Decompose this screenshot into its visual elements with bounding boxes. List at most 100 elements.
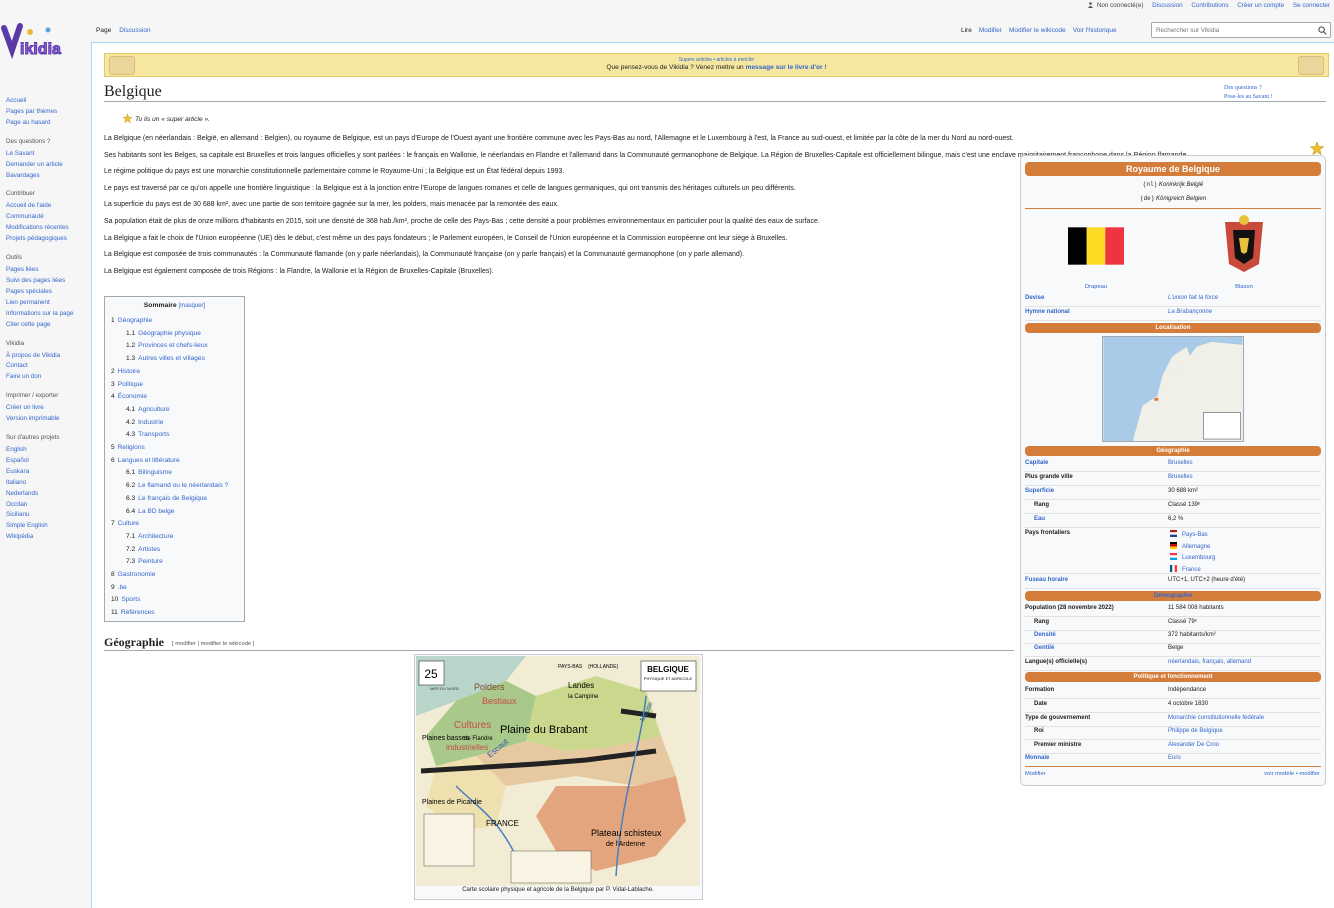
sidebar-print-item[interactable]: Version imprimable	[6, 414, 90, 425]
toc-link[interactable]: .be	[118, 584, 127, 591]
sidebar-questions-item[interactable]: Bavardages	[6, 171, 90, 182]
sidebar-nav-item[interactable]: Accueil	[6, 96, 90, 107]
tab-edit-source[interactable]: Modifier le wikicode	[1009, 27, 1066, 34]
toc-link[interactable]: Géographie	[118, 317, 152, 324]
toc-item[interactable]: 7.2 Artistes	[111, 544, 238, 557]
sidebar-contribute-item[interactable]: Modifications récentes	[6, 223, 90, 234]
super-article-star-icon[interactable]	[1310, 142, 1324, 155]
login-link[interactable]: Se connecter	[1293, 2, 1330, 9]
toc-item[interactable]: 7.3 Peinture	[111, 556, 238, 569]
guestbook-link[interactable]: message sur le livre d'or !	[746, 64, 827, 71]
ville-value[interactable]: Bruxelles	[1168, 474, 1193, 480]
sidebar-vikidia-item[interactable]: Contact	[6, 361, 90, 372]
toc-item[interactable]: 6.2 Le flamand ou le néerlandais ?	[111, 480, 238, 493]
toc-link[interactable]: Langues et littérature	[118, 457, 180, 464]
tab-discussion[interactable]: Discussion	[119, 27, 150, 34]
sidebar-language-item[interactable]: Nederlands	[6, 489, 90, 500]
search-input[interactable]	[1152, 23, 1312, 37]
contributions-link[interactable]: Contributions	[1191, 2, 1228, 9]
capitale-value[interactable]: Bruxelles	[1168, 460, 1193, 466]
sidebar-tools-item[interactable]: Suivi des pages liées	[6, 276, 90, 287]
sidebar-language-item[interactable]: Occitan	[6, 500, 90, 511]
toc-link[interactable]: Agriculture	[138, 406, 170, 413]
create-account-link[interactable]: Créer un compte	[1237, 2, 1284, 9]
sidebar-nav-item[interactable]: Page au hasard	[6, 118, 90, 129]
monnaie-value[interactable]: Euro	[1168, 755, 1181, 761]
toc-link[interactable]: Artistes	[138, 546, 160, 553]
sidebar-contribute-item[interactable]: Accueil de l'aide	[6, 201, 90, 212]
toc-item[interactable]: 2 Histoire	[111, 366, 238, 379]
fuseau-label[interactable]: Fuseau horaire	[1025, 577, 1068, 583]
sidebar-language-item[interactable]: Euskara	[6, 467, 90, 478]
toc-item[interactable]: 4.2 Industrie	[111, 417, 238, 430]
sidebar-questions-item[interactable]: Demander un article	[6, 160, 90, 171]
sidebar-language-item[interactable]: English	[6, 445, 90, 456]
sidebar-language-item[interactable]: Italiano	[6, 478, 90, 489]
sidebar-tools-item[interactable]: Pages spéciales	[6, 287, 90, 298]
toc-link[interactable]: Religions	[118, 444, 145, 451]
neighbour-country[interactable]: Luxembourg	[1168, 553, 1215, 565]
tab-history[interactable]: Voir l'historique	[1073, 27, 1117, 34]
toc-link[interactable]: Le français de Belgique	[138, 495, 207, 502]
premier-ministre-value[interactable]: Alexander De Croo	[1168, 742, 1219, 748]
flag-caption[interactable]: Drapeau	[1081, 284, 1111, 290]
toc-item[interactable]: 10 Sports	[111, 594, 238, 607]
country-link[interactable]: Pays-Bas	[1182, 532, 1208, 538]
discussion-link[interactable]: Discussion	[1152, 2, 1182, 9]
tab-page[interactable]: Page	[96, 27, 111, 34]
help-box[interactable]: Des questions ? Pose-les au Savant !	[1224, 84, 1273, 102]
sidebar-questions-item[interactable]: Le Savant	[6, 149, 90, 160]
coat-of-arms-image[interactable]	[1217, 214, 1271, 276]
belgium-flag[interactable]	[1068, 227, 1124, 265]
toc-item[interactable]: 4.3 Transports	[111, 429, 238, 442]
sidebar-vikidia-item[interactable]: Faire un don	[6, 372, 90, 383]
toc-link[interactable]: Politique	[118, 381, 143, 388]
tab-read[interactable]: Lire	[961, 27, 972, 34]
toc-item[interactable]: 8 Gastronomie	[111, 569, 238, 582]
infobox-section-demographie[interactable]: Démographie	[1025, 591, 1321, 601]
sidebar-vikidia-item[interactable]: À propos de Vikidia	[6, 351, 90, 362]
sidebar-tools-item[interactable]: Informations sur la page	[6, 309, 90, 320]
country-link[interactable]: Allemagne	[1182, 544, 1210, 550]
toc-item[interactable]: 11 Références	[111, 607, 238, 620]
toc-link[interactable]: Provinces et chefs-lieux	[138, 342, 208, 349]
banner-top-links[interactable]: Supers articles • articles à enrichir	[105, 57, 1328, 63]
monnaie-label[interactable]: Monnaie	[1025, 755, 1049, 761]
toc-link[interactable]: Bilinguisme	[138, 469, 172, 476]
coa-caption[interactable]: Blason	[1229, 284, 1259, 290]
country-link[interactable]: France	[1182, 567, 1201, 573]
infobox-template-links[interactable]: voir modèle • modifier	[1264, 771, 1320, 777]
sidebar-contribute-item[interactable]: Projets pédagogiques	[6, 234, 90, 245]
country-link[interactable]: Luxembourg	[1182, 555, 1215, 561]
toc-link[interactable]: Transports	[138, 431, 169, 438]
toc-item[interactable]: 6.4 La BD belge	[111, 506, 238, 519]
toc-item[interactable]: 4 Économie	[111, 391, 238, 404]
sidebar-language-item[interactable]: Simple English	[6, 521, 90, 532]
vikidia-logo[interactable]: ikidia	[0, 16, 88, 66]
toc-link[interactable]: Gastronomie	[118, 571, 156, 578]
toc-item[interactable]: 6 Langues et littérature	[111, 455, 238, 468]
neighbour-country[interactable]: Pays-Bas	[1168, 530, 1215, 542]
search-icon[interactable]	[1318, 26, 1327, 35]
toc-item[interactable]: 4.1 Agriculture	[111, 404, 238, 417]
toc-link[interactable]: Histoire	[118, 368, 140, 375]
hymne-value[interactable]: La Brabançonne	[1168, 309, 1212, 315]
neighbour-country[interactable]: Allemagne	[1168, 541, 1215, 554]
toc-link[interactable]: Références	[121, 609, 155, 616]
devise-label[interactable]: Devise	[1025, 295, 1044, 301]
toc-item[interactable]: 9 .be	[111, 582, 238, 595]
toc-item[interactable]: 1 Géographie	[111, 315, 238, 328]
sidebar-language-item[interactable]: Español	[6, 456, 90, 467]
toc-item[interactable]: 5 Religions	[111, 442, 238, 455]
superficie-label[interactable]: Superficie	[1025, 488, 1054, 494]
toc-item[interactable]: 7 Culture	[111, 518, 238, 531]
sidebar-nav-item[interactable]: Pages par thèmes	[6, 107, 90, 118]
sidebar-language-item[interactable]: Wikipédia	[6, 532, 90, 543]
toc-link[interactable]: Économie	[118, 393, 147, 400]
belgium-school-map[interactable]: BELGIQUE PHYSIQUE ET AGRICOLE 25 MER DU …	[416, 656, 700, 886]
infobox-edit-link[interactable]: Modifier	[1025, 771, 1046, 777]
toc-item[interactable]: 7.1 Architecture	[111, 531, 238, 544]
sidebar-tools-item[interactable]: Pages liées	[6, 265, 90, 276]
sidebar-contribute-item[interactable]: Communauté	[6, 212, 90, 223]
toc-item[interactable]: 6.1 Bilinguisme	[111, 467, 238, 480]
